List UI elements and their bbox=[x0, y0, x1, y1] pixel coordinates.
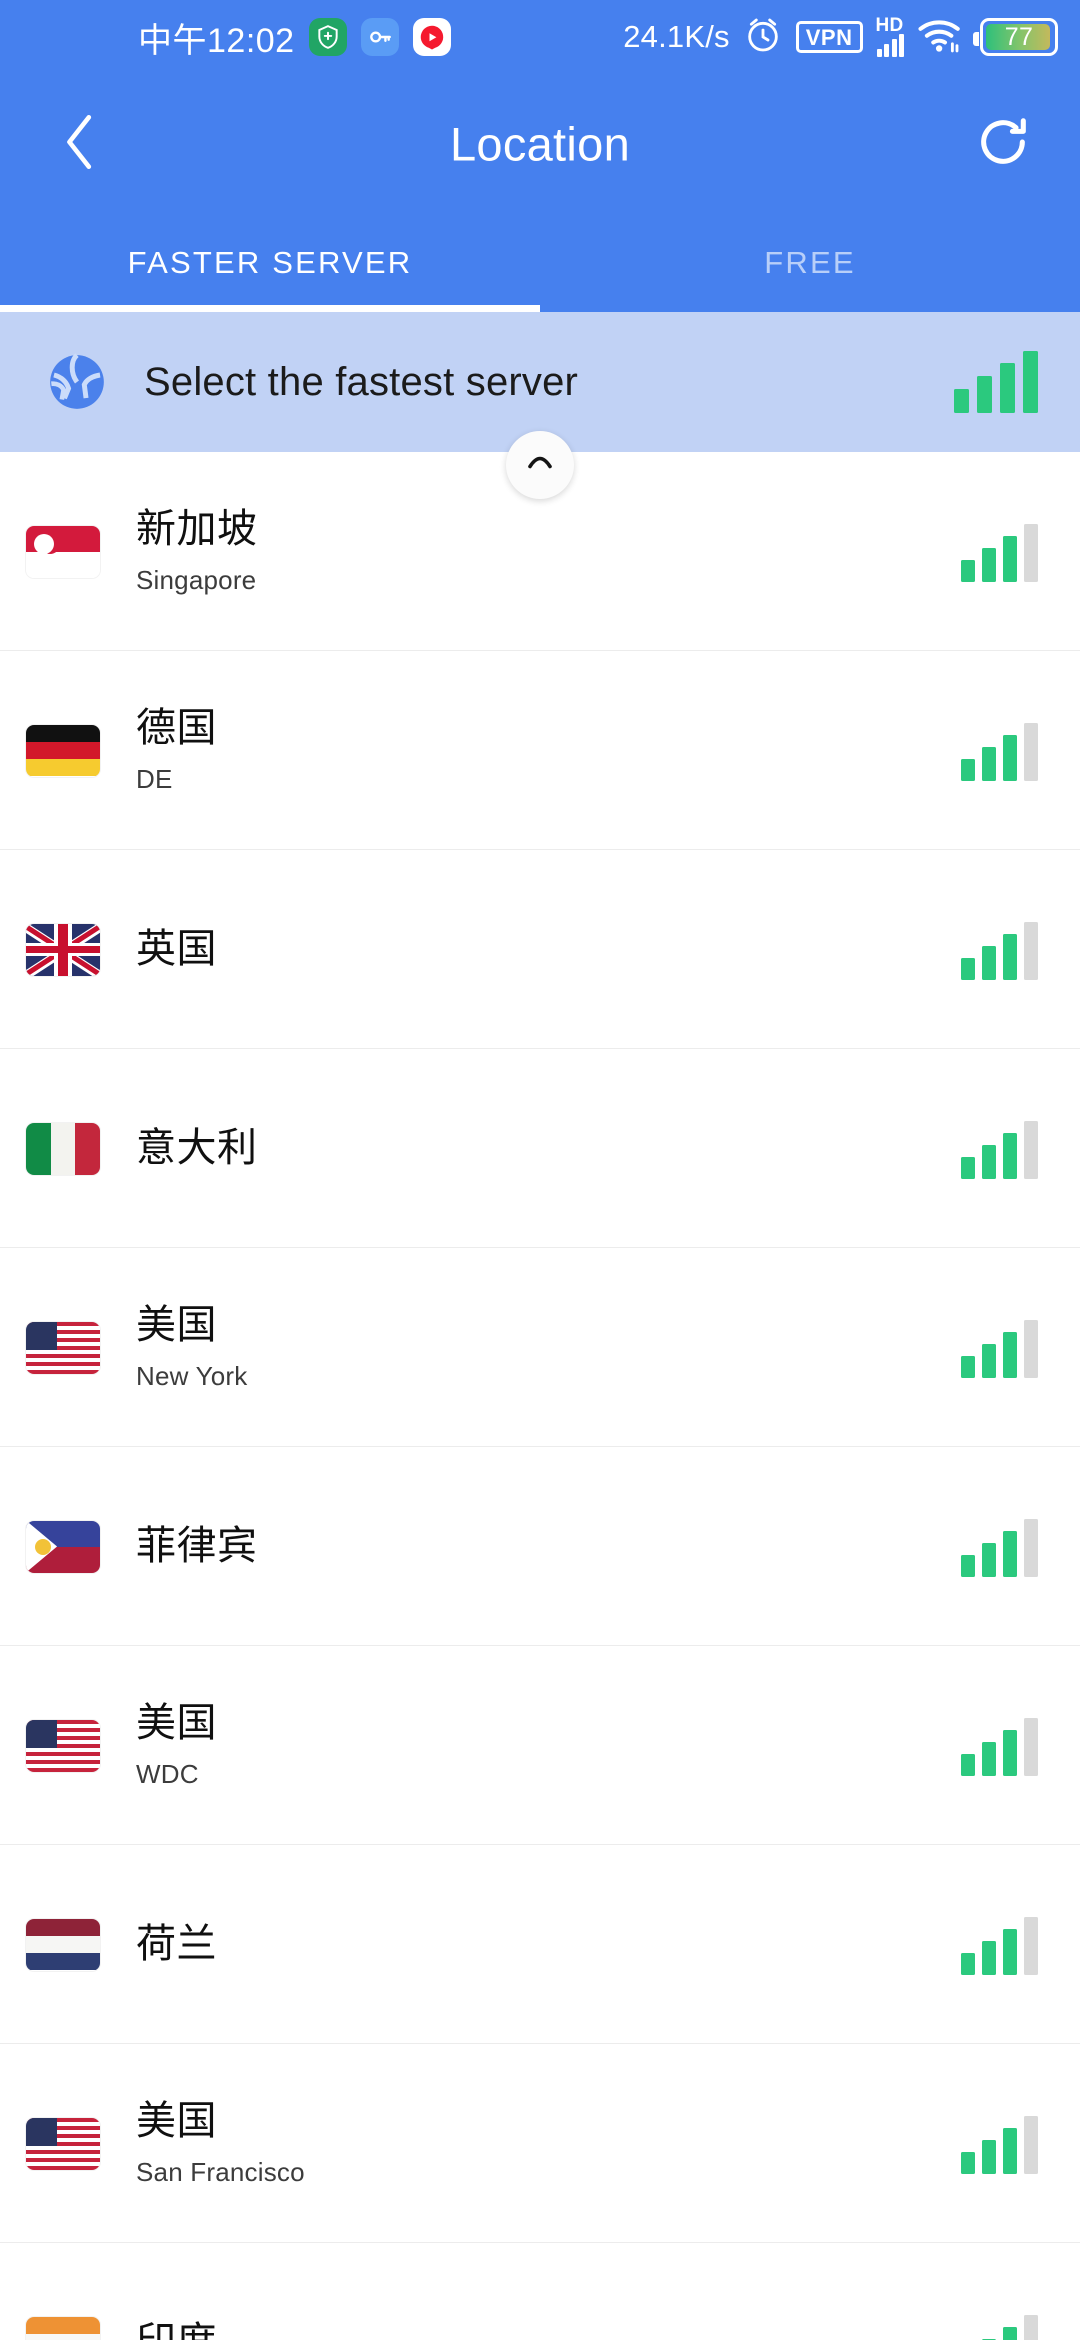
server-list-item[interactable]: 菲律宾 bbox=[0, 1447, 1080, 1646]
flag-icon-in bbox=[26, 2316, 100, 2340]
server-labels: 新加坡 Singapore bbox=[136, 507, 258, 596]
battery-level: 77 bbox=[1004, 22, 1034, 51]
signal-bars bbox=[961, 1517, 1038, 1577]
server-signal bbox=[961, 1517, 1038, 1577]
fastest-server-signal bbox=[954, 351, 1038, 413]
server-name: 菲律宾 bbox=[136, 1524, 258, 1569]
server-signal bbox=[961, 1915, 1038, 1975]
server-labels: 德国 DE bbox=[136, 706, 217, 795]
server-list-item[interactable]: 印度 bbox=[0, 2243, 1080, 2340]
server-subtitle: Singapore bbox=[136, 564, 257, 595]
signal-bars bbox=[961, 522, 1038, 582]
server-name: 荷兰 bbox=[136, 1922, 217, 1967]
server-labels: 意大利 bbox=[136, 1126, 258, 1171]
server-signal bbox=[961, 1318, 1038, 1378]
server-labels: 荷兰 bbox=[136, 1922, 217, 1967]
server-name: 美国 bbox=[136, 1303, 217, 1348]
tab-free[interactable]: FREE bbox=[540, 214, 1080, 312]
shield-app-icon bbox=[308, 18, 347, 56]
server-list-item[interactable]: 美国 New York bbox=[0, 1248, 1080, 1447]
server-list-item[interactable]: 德国 DE bbox=[0, 651, 1080, 850]
signal-bars bbox=[961, 1119, 1038, 1179]
server-labels: 印度 bbox=[136, 2320, 217, 2340]
status-bar-right: 24.1K/s VPN HD 77 bbox=[623, 15, 1058, 60]
signal-bars bbox=[961, 1318, 1038, 1378]
battery-icon: 77 bbox=[973, 18, 1058, 56]
flag-icon-it bbox=[26, 1122, 100, 1175]
signal-bars bbox=[961, 1915, 1038, 1975]
flag-icon-sg bbox=[26, 525, 100, 578]
flag-icon-us bbox=[26, 1321, 100, 1374]
flag-icon-us bbox=[26, 1719, 100, 1772]
signal-bars bbox=[961, 721, 1038, 781]
server-signal bbox=[961, 522, 1038, 582]
cellular-signal-icon: HD bbox=[875, 15, 904, 57]
alarm-icon bbox=[743, 15, 783, 60]
server-labels: 美国 WDC bbox=[136, 1701, 217, 1790]
server-list-item[interactable]: 美国 WDC bbox=[0, 1646, 1080, 1845]
server-list-item[interactable]: 意大利 bbox=[0, 1049, 1080, 1248]
signal-bars bbox=[961, 920, 1038, 980]
network-speed: 24.1K/s bbox=[623, 19, 730, 54]
server-subtitle: WDC bbox=[136, 1758, 199, 1789]
page-title: Location bbox=[449, 117, 631, 171]
server-subtitle: DE bbox=[136, 763, 173, 794]
server-labels: 英国 bbox=[136, 927, 217, 972]
flag-icon-uk bbox=[26, 923, 100, 976]
signal-bars bbox=[961, 1716, 1038, 1776]
status-bar: 中午12:02 24.1K/s VPN HD 77 bbox=[0, 0, 1080, 74]
server-list-item[interactable]: 荷兰 bbox=[0, 1845, 1080, 2044]
fastest-server-label: Select the fastest server bbox=[144, 359, 579, 404]
server-name: 美国 bbox=[136, 2099, 217, 2144]
signal-bars bbox=[961, 2313, 1038, 2340]
wifi-icon bbox=[917, 15, 963, 60]
status-bar-left: 中午12:02 bbox=[138, 13, 451, 62]
server-labels: 美国 San Francisco bbox=[136, 2099, 305, 2188]
status-clock: 中午12:02 bbox=[138, 21, 295, 60]
vpn-location-screen: 中午12:02 24.1K/s VPN HD 77 Location FASTE… bbox=[0, 0, 1080, 2340]
signal-bars bbox=[954, 351, 1038, 413]
server-signal bbox=[961, 2114, 1038, 2174]
flag-icon-de bbox=[26, 724, 100, 777]
server-name: 英国 bbox=[136, 927, 217, 972]
fastest-server-row[interactable]: Select the fastest server bbox=[0, 312, 1080, 499]
tab-bar: FASTER SERVER FREE bbox=[0, 214, 1080, 312]
server-labels: 菲律宾 bbox=[136, 1524, 258, 1569]
tab-faster-server[interactable]: FASTER SERVER bbox=[0, 214, 540, 312]
refresh-icon bbox=[974, 113, 1032, 176]
server-list-item[interactable]: 美国 San Francisco bbox=[0, 2044, 1080, 2243]
server-labels: 美国 New York bbox=[136, 1303, 247, 1392]
server-name: 意大利 bbox=[136, 1126, 258, 1171]
pull-handle-button[interactable] bbox=[506, 431, 574, 499]
server-name: 印度 bbox=[136, 2320, 217, 2340]
server-signal bbox=[961, 1716, 1038, 1776]
server-name: 美国 bbox=[136, 1701, 217, 1746]
server-signal bbox=[961, 721, 1038, 781]
hd-label: HD bbox=[875, 15, 904, 36]
server-subtitle: San Francisco bbox=[136, 2156, 305, 2187]
server-name: 新加坡 bbox=[136, 507, 258, 552]
globe-icon bbox=[42, 347, 112, 417]
flag-icon-us bbox=[26, 2117, 100, 2170]
vpn-key-app-icon bbox=[360, 18, 399, 56]
server-list-item[interactable]: 英国 bbox=[0, 850, 1080, 1049]
tab-active-indicator bbox=[0, 305, 540, 312]
chevron-up-icon bbox=[527, 455, 553, 476]
server-name: 德国 bbox=[136, 706, 217, 751]
server-subtitle: New York bbox=[136, 1360, 248, 1391]
server-signal bbox=[961, 2313, 1038, 2340]
flag-icon-ph bbox=[26, 1520, 100, 1573]
refresh-button[interactable] bbox=[968, 109, 1038, 179]
signal-bars bbox=[961, 2114, 1038, 2174]
flag-icon-nl bbox=[26, 1918, 100, 1971]
server-signal bbox=[961, 1119, 1038, 1179]
server-list[interactable]: 新加坡 Singapore 德国 DE 英国 意大利 美国 New York 菲律宾 美国 WDC 荷… bbox=[0, 452, 1080, 2340]
server-signal bbox=[961, 920, 1038, 980]
media-player-app-icon bbox=[412, 18, 451, 56]
app-bar: Location bbox=[0, 74, 1080, 214]
vpn-badge-icon: VPN bbox=[795, 20, 863, 54]
